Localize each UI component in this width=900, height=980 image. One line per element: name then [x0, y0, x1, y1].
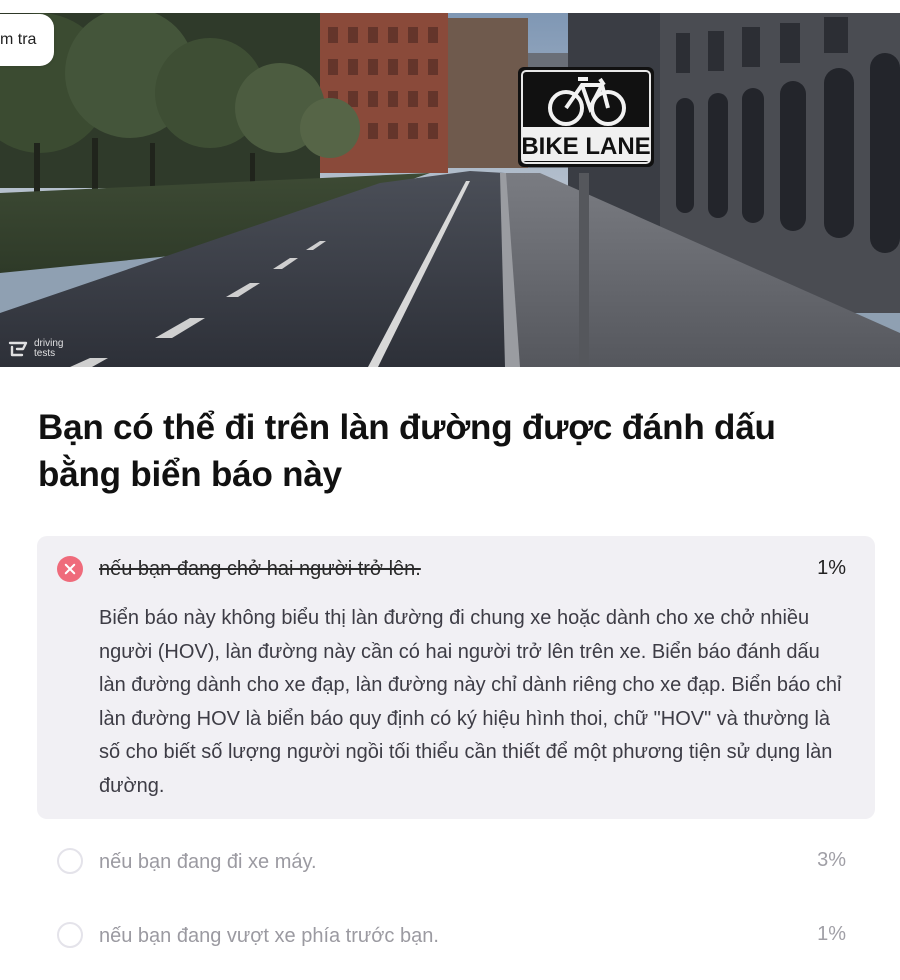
answer-explanation: Biển báo này không biểu thị làn đường đi…	[99, 607, 842, 797]
answer-percent: 1%	[817, 923, 846, 945]
question-image: BIKE LANE driving tests	[0, 13, 900, 367]
answer-text: nếu bạn đang vượt xe phía trước bạn.	[99, 925, 439, 947]
watermark-line2: tests	[34, 348, 56, 359]
answer-percent: 3%	[817, 849, 846, 871]
answer-text: nếu bạn đang chở hai người trở lên.	[99, 558, 421, 580]
empty-radio-icon[interactable]	[57, 922, 83, 948]
test-tab[interactable]: m tra	[0, 14, 55, 66]
empty-radio-icon[interactable]	[57, 848, 83, 874]
answer-percent: 1%	[817, 557, 846, 579]
answer-text: nếu bạn đang đi xe máy.	[99, 851, 317, 873]
sign-text: BIKE LANE	[521, 133, 650, 160]
answer-option-2[interactable]: nếu bạn đang đi xe máy. 3%	[0, 840, 900, 880]
watermark: driving tests	[8, 339, 74, 359]
answer-option-1[interactable]: nếu bạn đang chở hai người trở lên. 1%	[0, 549, 900, 589]
question-text: Bạn có thể đi trên làn đường được đánh d…	[38, 408, 776, 494]
drivingtests-logo-icon	[8, 341, 28, 357]
test-tab-label: m tra	[0, 31, 37, 48]
x-circle-icon	[57, 556, 83, 582]
answer-option-3[interactable]: nếu bạn đang vượt xe phía trước bạn. 1%	[0, 914, 900, 954]
